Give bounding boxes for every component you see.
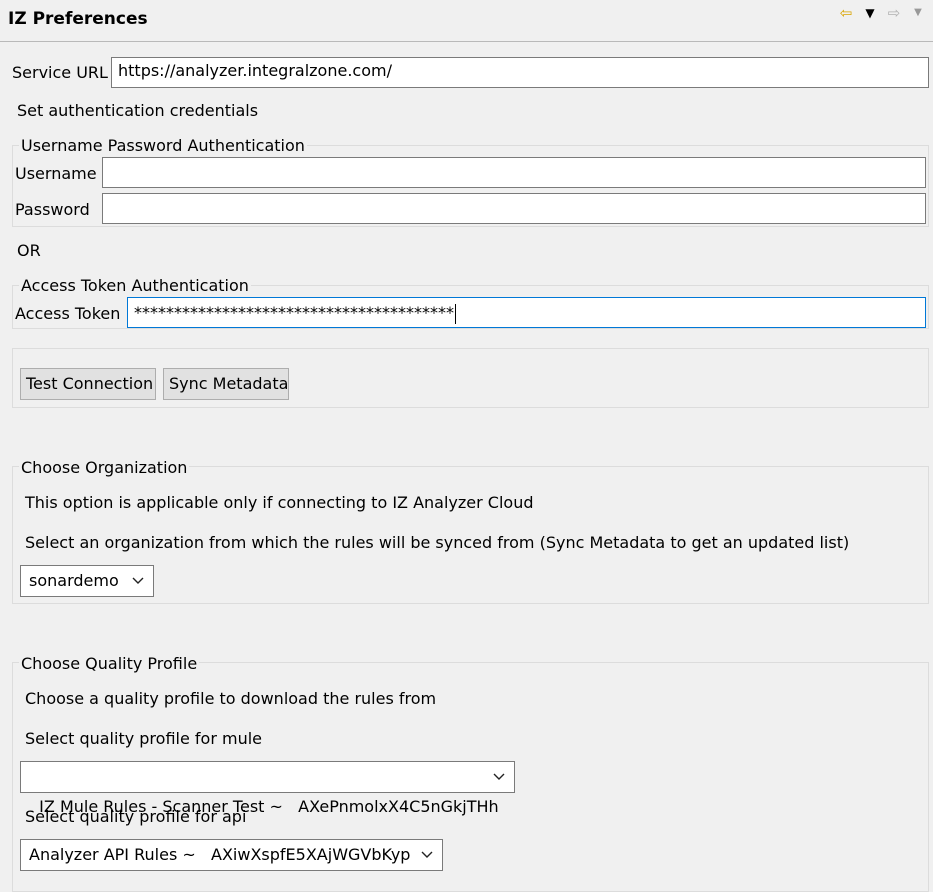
api-profile-select[interactable]: Analyzer API Rules ~ AXiwXspfE5XAjWGVbKy… [20,839,443,871]
forward-arrow-icon[interactable]: ⇨ [885,4,903,22]
quality-profile-instruction: Choose a quality profile to download the… [25,689,437,708]
sync-metadata-button[interactable]: Sync Metadata [163,368,289,400]
service-url-input[interactable]: https://analyzer.integralzone.com/ [111,57,929,88]
userpass-legend: Username Password Authentication [19,136,307,155]
chevron-down-icon [421,851,433,858]
back-arrow-icon[interactable]: ⇦ [837,4,855,22]
auth-intro-text: Set authentication credentials [17,101,259,120]
back-history-dropdown-icon[interactable]: ▼ [861,4,879,22]
api-profile-selected-value: Analyzer API Rules ~ AXiwXspfE5XAjWGVbKy… [29,845,411,864]
organization-legend: Choose Organization [19,458,190,477]
chevron-down-icon [493,773,505,780]
quality-profile-legend: Choose Quality Profile [19,654,200,673]
organization-selected-value: sonardemo [29,571,119,590]
password-label: Password [15,200,90,219]
nav-toolbar: ⇦ ▼ ⇨ ▼ [837,4,927,22]
access-token-input[interactable]: **************************************** [127,297,926,328]
organization-instruction: Select an organization from which the ru… [25,533,850,552]
organization-note: This option is applicable only if connec… [25,493,534,512]
organization-select[interactable]: sonardemo [20,565,154,597]
password-input[interactable] [102,193,926,224]
preferences-header: IZ Preferences ⇦ ▼ ⇨ ▼ [0,0,933,42]
access-token-value: **************************************** [134,303,454,322]
api-profile-label: Select quality profile for api [25,807,247,826]
access-token-label: Access Token [15,304,121,323]
username-label: Username [15,164,97,183]
test-connection-button[interactable]: Test Connection [20,368,156,400]
forward-history-dropdown-icon[interactable]: ▼ [909,4,927,22]
or-label: OR [17,241,41,260]
username-input[interactable] [102,157,926,188]
token-legend: Access Token Authentication [19,276,251,295]
mule-profile-select[interactable]: IZ Mule Rules - Scanner Test ~ AXePnmolx… [20,761,515,816]
chevron-down-icon [132,577,144,584]
text-cursor [455,303,456,324]
service-url-label: Service URL [12,63,108,82]
page-title: IZ Preferences [8,9,148,29]
mule-profile-label: Select quality profile for mule [25,729,262,748]
